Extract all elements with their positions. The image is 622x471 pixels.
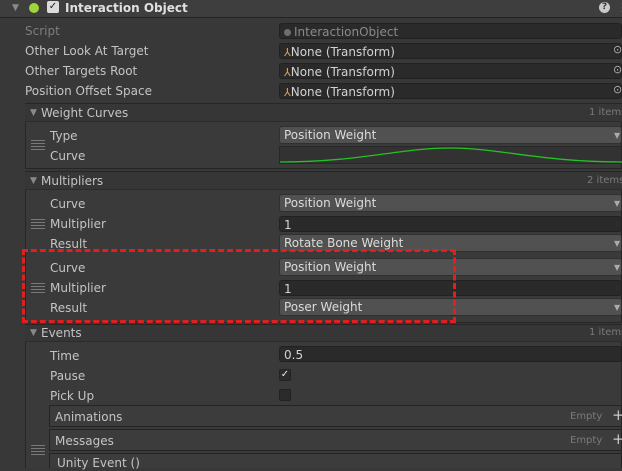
- transform-icon: ⅄: [284, 66, 291, 79]
- other-targets-root-field[interactable]: ⅄None (Transform): [279, 63, 622, 79]
- multiplier-curve-value: Position Weight: [284, 196, 377, 210]
- multiplier-result-value: Rotate Bone Weight: [284, 236, 404, 250]
- curve-line: [280, 147, 622, 163]
- type-label: Type: [50, 129, 78, 143]
- dropdown-arrow-icon: ▼: [614, 131, 621, 140]
- pickup-label: Pick Up: [50, 389, 95, 403]
- animations-list-header[interactable]: [49, 405, 622, 427]
- script-asset-icon: [284, 29, 291, 36]
- pickup-checkbox[interactable]: [279, 389, 291, 401]
- multiplier-label: Multiplier: [50, 217, 106, 231]
- drag-handle-icon[interactable]: [31, 219, 45, 231]
- position-offset-space-field[interactable]: ⅄None (Transform): [279, 83, 622, 99]
- help-icon[interactable]: ?: [599, 2, 610, 13]
- foldout-arrow-icon[interactable]: ▼: [30, 108, 37, 118]
- object-picker-icon[interactable]: ⊙: [613, 43, 622, 56]
- dropdown-arrow-icon: ▼: [614, 239, 621, 248]
- type-dropdown[interactable]: Position Weight: [279, 126, 622, 144]
- script-field: InteractionObject: [279, 23, 622, 39]
- messages-list-header[interactable]: [49, 429, 622, 451]
- time-value: 0.5: [284, 348, 304, 362]
- dropdown-arrow-icon: ▼: [614, 199, 621, 208]
- foldout-arrow-icon[interactable]: ▼: [12, 3, 19, 13]
- other-targets-root-value: None (Transform): [290, 65, 395, 79]
- curve-field[interactable]: [279, 146, 622, 164]
- multiplier-curve-label: Curve: [50, 197, 86, 211]
- multipliers-title: Multipliers: [41, 174, 104, 188]
- checkmark-icon: ✓: [280, 369, 290, 380]
- events-header[interactable]: [25, 324, 622, 342]
- other-look-at-target-field[interactable]: ⅄None (Transform): [279, 43, 622, 59]
- script-component-icon: [29, 3, 39, 13]
- multiplier-curve-dropdown[interactable]: Position Weight: [279, 194, 622, 212]
- position-offset-space-label: Position Offset Space: [25, 84, 152, 98]
- messages-label: Messages: [55, 434, 114, 448]
- other-look-at-target-label: Other Look At Target: [25, 44, 149, 58]
- animations-label: Animations: [55, 410, 123, 424]
- curve-graph: [280, 147, 622, 163]
- drag-handle-icon[interactable]: [31, 445, 45, 457]
- messages-status: Empty: [570, 435, 603, 446]
- multipliers-count: 2 items: [587, 175, 622, 186]
- add-icon[interactable]: +: [612, 406, 622, 424]
- weight-curves-title: Weight Curves: [41, 106, 129, 120]
- animations-status: Empty: [570, 411, 603, 422]
- other-look-at-target-value: None (Transform): [290, 45, 395, 59]
- script-label: Script: [25, 24, 60, 38]
- multipliers-header[interactable]: [25, 171, 622, 190]
- transform-icon: ⅄: [284, 46, 291, 59]
- time-input[interactable]: 0.5: [279, 346, 622, 362]
- more-icon[interactable]: ⋮: [617, 1, 622, 14]
- drag-handle-icon[interactable]: [31, 140, 45, 152]
- pause-label: Pause: [50, 369, 86, 383]
- component-title: Interaction Object: [65, 1, 188, 15]
- time-label: Time: [50, 349, 80, 363]
- enabled-checkbox[interactable]: ✓: [47, 1, 59, 13]
- position-offset-space-value: None (Transform): [290, 85, 395, 99]
- dropdown-arrow-icon: ▼: [614, 303, 621, 312]
- events-title: Events: [41, 326, 82, 340]
- dropdown-arrow-icon: ▼: [614, 263, 621, 272]
- unity-event-label: Unity Event (): [57, 456, 140, 470]
- foldout-arrow-icon[interactable]: ▼: [30, 328, 37, 338]
- multiplier-value: 1: [284, 218, 292, 232]
- multiplier-input[interactable]: 1: [279, 216, 622, 232]
- foldout-arrow-icon[interactable]: ▼: [30, 176, 37, 186]
- weight-curves-count: 1 items: [589, 107, 622, 118]
- add-icon[interactable]: +: [612, 430, 622, 448]
- events-count: 1 items: [589, 327, 622, 338]
- pause-checkbox[interactable]: ✓: [279, 369, 291, 381]
- other-targets-root-label: Other Targets Root: [25, 64, 138, 78]
- highlight-annotation: [22, 249, 456, 323]
- script-value: InteractionObject: [294, 25, 399, 39]
- type-value: Position Weight: [284, 128, 377, 142]
- curve-label: Curve: [50, 149, 86, 163]
- object-picker-icon[interactable]: ⊙: [613, 83, 622, 96]
- transform-icon: ⅄: [284, 86, 291, 99]
- object-picker-icon[interactable]: ⊙: [613, 63, 622, 76]
